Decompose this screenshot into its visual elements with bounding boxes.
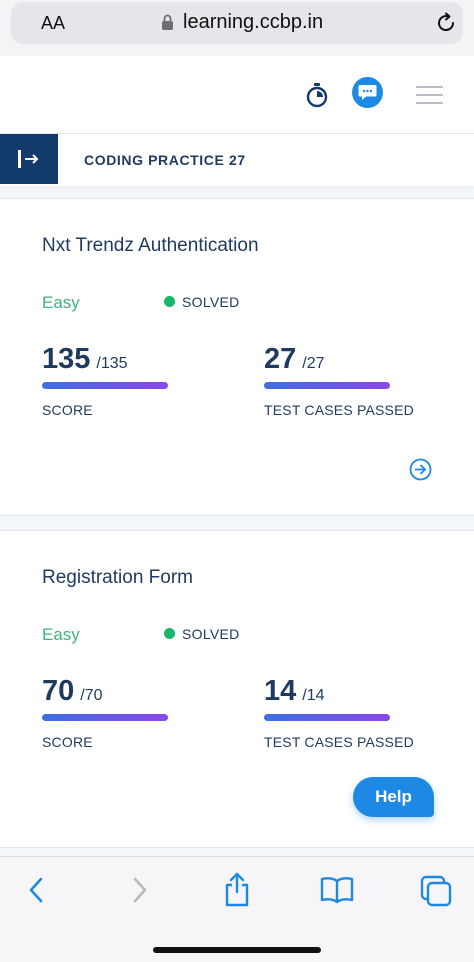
status-text: SOLVED — [182, 626, 240, 642]
help-button[interactable]: Help — [353, 777, 434, 817]
browser-top-bar: AA learning.ccbp.in — [0, 0, 474, 56]
browser-bottom-toolbar — [0, 856, 474, 962]
score-metric: 70/70 SCORE — [42, 675, 168, 750]
sidebar-toggle-icon — [18, 150, 39, 168]
score-value: 70 — [42, 675, 75, 707]
sidebar-toggle-button[interactable] — [0, 134, 58, 184]
question-card[interactable]: Nxt Trendz Authentication Easy SOLVED 13… — [0, 198, 474, 516]
tests-progress-bar — [264, 382, 390, 389]
score-label: SCORE — [42, 734, 93, 750]
tests-label: TEST CASES PASSED — [264, 402, 414, 418]
tests-total: /14 — [302, 687, 325, 704]
score-label: SCORE — [42, 402, 93, 418]
score-total: /135 — [96, 355, 128, 372]
score-total: /70 — [80, 687, 103, 704]
back-icon[interactable] — [26, 875, 48, 905]
tests-value: 27 — [264, 343, 297, 375]
chat-icon[interactable] — [352, 77, 383, 108]
score-progress-bar — [42, 382, 168, 389]
url-text[interactable]: learning.ccbp.in — [183, 11, 323, 34]
bookmarks-icon[interactable] — [320, 875, 354, 905]
home-indicator — [153, 947, 321, 953]
practice-title-bar: CODING PRACTICE 27 — [0, 134, 474, 186]
score-progress-bar — [42, 714, 168, 721]
practice-title: CODING PRACTICE 27 — [84, 152, 246, 168]
tests-label: TEST CASES PASSED — [264, 734, 414, 750]
tabs-icon[interactable] — [420, 875, 452, 907]
solved-status-dot — [164, 296, 175, 307]
tests-progress-bar — [264, 714, 390, 721]
url-bar[interactable]: AA learning.ccbp.in — [11, 2, 463, 44]
share-icon[interactable] — [224, 871, 250, 907]
question-title[interactable]: Registration Form — [42, 567, 193, 589]
timer-icon[interactable] — [305, 82, 329, 108]
reload-icon[interactable] — [435, 12, 457, 34]
lock-icon — [162, 14, 173, 30]
tests-value: 14 — [264, 675, 297, 707]
score-metric: 135/135 SCORE — [42, 343, 168, 418]
score-value: 135 — [42, 343, 91, 375]
reader-aa-button[interactable]: AA — [41, 13, 65, 34]
tests-total: /27 — [302, 355, 325, 372]
status-text: SOLVED — [182, 294, 240, 310]
app-header — [0, 56, 474, 134]
menu-icon[interactable] — [416, 86, 443, 106]
solved-status-dot — [164, 628, 175, 639]
forward-icon[interactable] — [128, 875, 150, 905]
question-title[interactable]: Nxt Trendz Authentication — [42, 235, 259, 257]
arrow-right-circle-icon[interactable] — [409, 458, 432, 481]
difficulty-label: Easy — [42, 293, 80, 312]
tests-metric: 14/14 TEST CASES PASSED — [264, 675, 414, 750]
difficulty-label: Easy — [42, 625, 80, 644]
tests-metric: 27/27 TEST CASES PASSED — [264, 343, 414, 418]
